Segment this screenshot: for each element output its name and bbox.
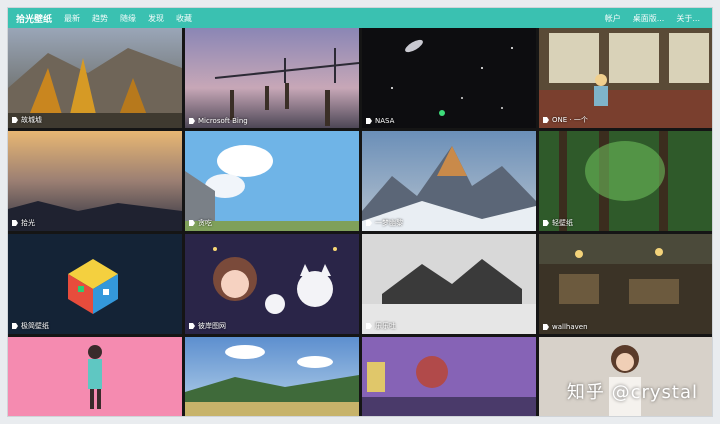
tile-label: NASA <box>375 117 395 125</box>
wallpaper-image-cafe-interior <box>539 234 712 334</box>
brand-logo[interactable]: 拾光壁纸 <box>16 12 52 25</box>
tile-label: 乐乐吐 <box>375 322 396 330</box>
tile-label: wallhaven <box>552 323 588 331</box>
tile-label: 一梦幽黎 <box>375 219 403 227</box>
tile-tag: ONE · 一个 <box>543 115 588 125</box>
wallpaper-image-galaxy <box>362 28 536 128</box>
nav-random[interactable]: 随缘 <box>120 13 136 24</box>
tile-label: Microsoft Bing <box>198 117 248 125</box>
nav-favorites[interactable]: 收藏 <box>176 13 192 24</box>
tile-tag: 轻壁纸 <box>543 218 573 228</box>
wallpaper-tile[interactable]: NASA <box>362 28 536 128</box>
wallpaper-tile[interactable]: 乐乐吐 <box>362 234 536 334</box>
wallpaper-tile[interactable] <box>539 337 712 416</box>
wallpaper-image-portrait <box>539 337 712 416</box>
nav-trending[interactable]: 趋势 <box>92 13 108 24</box>
tile-label: 故城墟 <box>21 116 42 124</box>
wallpaper-image-rubiks-cube <box>8 234 182 334</box>
wallpaper-tile[interactable]: ONE · 一个 <box>539 28 712 128</box>
wallpaper-tile[interactable]: 拾光 <box>8 131 182 231</box>
nav-latest[interactable]: 最新 <box>64 13 80 24</box>
wallpaper-tile[interactable] <box>362 337 536 416</box>
nav-account[interactable]: 帐户 <box>605 13 621 24</box>
wallpaper-image-train-interior <box>539 28 712 128</box>
nav-desktop[interactable]: 桌面版... <box>633 13 665 24</box>
tag-icon <box>543 220 549 226</box>
wallpaper-image-green-forest <box>539 131 712 231</box>
tag-icon <box>189 323 195 329</box>
wallpaper-tile[interactable]: wallhaven <box>539 234 712 334</box>
tag-icon <box>543 117 549 123</box>
tile-label: 极简壁纸 <box>21 322 49 330</box>
tag-icon <box>366 118 372 124</box>
tag-icon <box>12 117 18 123</box>
tile-tag: Microsoft Bing <box>189 117 248 125</box>
tile-label: 拾光 <box>21 219 35 227</box>
wallpaper-image-anime-sky <box>185 131 359 231</box>
wallpaper-image-anime-dusk <box>362 337 536 416</box>
app-window: 拾光壁纸 最新 趋势 随缘 发现 收藏 帐户 桌面版... 关于... 故城墟 <box>8 8 712 416</box>
tile-tag: 贪吃 <box>189 218 212 228</box>
top-navbar: 拾光壁纸 最新 趋势 随缘 发现 收藏 帐户 桌面版... 关于... <box>8 8 712 28</box>
wallpaper-tile[interactable]: 轻壁纸 <box>539 131 712 231</box>
wallpaper-tile[interactable] <box>8 337 182 416</box>
tile-tag: 乐乐吐 <box>366 321 396 331</box>
tile-label: 贪吃 <box>198 219 212 227</box>
tag-icon <box>366 323 372 329</box>
zhihu-watermark: 知乎 @crystal <box>566 382 698 403</box>
tile-tag: 拾光 <box>12 218 35 228</box>
tile-tag: 极简壁纸 <box>12 321 49 331</box>
tag-icon <box>12 323 18 329</box>
wallpaper-image-landscape <box>185 337 359 416</box>
nav-about[interactable]: 关于... <box>676 13 700 24</box>
wallpaper-tile[interactable]: 彼岸图网 <box>185 234 359 334</box>
nav-discover[interactable]: 发现 <box>148 13 164 24</box>
wallpaper-image-pink-girl <box>8 337 182 416</box>
wallpaper-tile[interactable]: 极简壁纸 <box>8 234 182 334</box>
tile-tag: 一梦幽黎 <box>366 218 403 228</box>
tile-tag: wallhaven <box>543 323 588 331</box>
tile-tag: 故城墟 <box>12 115 42 125</box>
tile-tag: NASA <box>366 117 394 125</box>
wallpaper-image-anime-cats <box>185 234 359 334</box>
tile-label: ONE · 一个 <box>552 116 588 124</box>
wallpaper-grid: 故城墟 Microsoft Bing NASA ONE · 一个 拾光 贪吃 一… <box>8 28 712 416</box>
tag-icon <box>189 220 195 226</box>
wallpaper-tile[interactable]: 故城墟 <box>8 28 182 128</box>
wallpaper-image-mountains <box>362 131 536 231</box>
tag-icon <box>189 118 195 124</box>
wallpaper-image-misty-mountain <box>362 234 536 334</box>
tag-icon <box>12 220 18 226</box>
tag-icon <box>543 324 549 330</box>
wallpaper-image-autumn-forest <box>8 28 182 128</box>
wallpaper-tile[interactable]: Microsoft Bing <box>185 28 359 128</box>
tag-icon <box>366 220 372 226</box>
wallpaper-tile[interactable] <box>185 337 359 416</box>
tile-label: 彼岸图网 <box>198 322 226 330</box>
wallpaper-tile[interactable]: 一梦幽黎 <box>362 131 536 231</box>
tile-tag: 彼岸图网 <box>189 321 226 331</box>
wallpaper-tile[interactable]: 贪吃 <box>185 131 359 231</box>
tile-label: 轻壁纸 <box>552 219 573 227</box>
wallpaper-image-bridge <box>185 28 359 128</box>
wallpaper-image-sunset-horizon <box>8 131 182 231</box>
